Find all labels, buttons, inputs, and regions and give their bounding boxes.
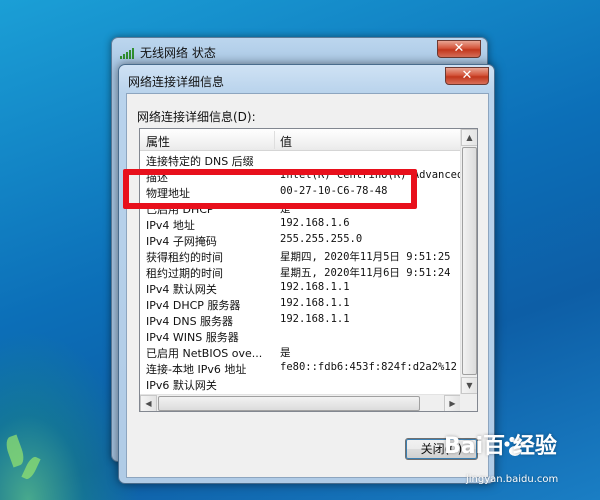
row-value: 192.168.1.1 [280,281,350,293]
row-property: 已启用 NetBIOS ove... [146,347,263,360]
column-header-value[interactable]: 值 [280,133,292,150]
watermark-url: jingyan.baidu.com [466,474,559,485]
row-property: 获得租约的时间 [146,251,223,264]
list-item[interactable]: IPv4 WINS 服务器 [140,328,461,344]
scroll-right-button[interactable]: ▶ [444,395,461,411]
arrow-up-icon: ▲ [466,133,473,142]
row-property: IPv4 DNS 服务器 [146,315,234,328]
arrow-left-icon: ◀ [145,399,152,408]
scroll-down-button[interactable]: ▼ [461,377,477,394]
arrow-right-icon: ▶ [449,399,456,408]
row-property: IPv4 地址 [146,219,195,232]
row-property: IPv4 DHCP 服务器 [146,299,241,312]
list-item[interactable]: IPv4 默认网关 192.168.1.1 [140,280,461,296]
scroll-left-button[interactable]: ◀ [140,395,157,411]
list-item[interactable]: IPv4 DNS 服务器 192.168.1.1 [140,312,461,328]
vertical-scrollbar[interactable]: ▲ ▼ [460,129,477,394]
list-item[interactable]: IPv4 子网掩码 255.255.255.0 [140,232,461,248]
row-value: 255.255.255.0 [280,233,363,245]
row-value: 星期四, 2020年11月5日 9:51:25 [280,251,451,263]
row-property: 租约过期的时间 [146,267,223,280]
dialog-title: 网络连接详细信息 [128,75,225,89]
list-item[interactable]: IPv6 默认网关 [140,376,461,392]
list-item[interactable]: IPv4 DHCP 服务器 192.168.1.1 [140,296,461,312]
row-value: 是 [280,347,291,359]
list-header: 属性 值 [140,129,461,151]
scroll-up-button[interactable]: ▲ [461,129,477,146]
row-value: 192.168.1.1 [280,297,350,309]
row-property: 连接特定的 DNS 后缀 [146,155,254,168]
close-dialog-button[interactable]: ✕ [445,67,489,85]
horizontal-scroll-thumb[interactable] [158,396,420,411]
close-window-button[interactable]: ✕ [437,40,481,58]
window-title: 无线网络 状态 [140,46,216,60]
details-label: 网络连接详细信息(D): [137,110,256,124]
list-item[interactable]: IPv4 地址 192.168.1.6 [140,216,461,232]
row-property: IPv4 WINS 服务器 [146,331,239,344]
list-item[interactable]: 已启用 NetBIOS ove... 是 [140,344,461,360]
watermark-brand: Bai百 经验 [444,434,557,459]
column-divider[interactable] [274,131,275,149]
close-icon: ✕ [461,68,473,83]
list-item[interactable]: 获得租约的时间 星期四, 2020年11月5日 9:51:25 [140,248,461,264]
list-item[interactable]: 连接-本地 IPv6 地址 fe80::fdb6:453f:824f:d2a2%1… [140,360,461,376]
close-icon: ✕ [453,41,465,56]
row-value: 192.168.1.6 [280,217,350,229]
row-value: fe80::fdb6:453f:824f:d2a2%12 [280,361,458,373]
row-property: IPv6 默认网关 [146,379,217,392]
row-property: IPv4 默认网关 [146,283,217,296]
list-item[interactable]: 连接特定的 DNS 后缀 [140,152,461,168]
column-header-property[interactable]: 属性 [146,133,170,150]
highlight-annotation-box [123,169,417,209]
row-value: 星期五, 2020年11月6日 9:51:24 [280,267,451,279]
dialog-body: 网络连接详细信息(D): 属性 值 连接特定的 DNS 后缀 描述 Intel(R)… [126,93,489,478]
row-property: IPv4 子网掩码 [146,235,217,248]
network-details-dialog: 网络连接详细信息 ✕ 网络连接详细信息(D): 属性 值 连接特定的 DNS 后… [118,64,495,484]
signal-strength-icon [120,47,136,59]
row-property: 连接-本地 IPv6 地址 [146,363,247,376]
arrow-down-icon: ▼ [466,381,473,390]
scrollbar-corner [460,394,477,411]
vertical-scroll-thumb[interactable] [462,147,477,375]
list-item[interactable]: 租约过期的时间 星期五, 2020年11月6日 9:51:24 [140,264,461,280]
row-value: 192.168.1.1 [280,313,350,325]
horizontal-scrollbar[interactable]: ◀ ▶ [140,394,461,411]
